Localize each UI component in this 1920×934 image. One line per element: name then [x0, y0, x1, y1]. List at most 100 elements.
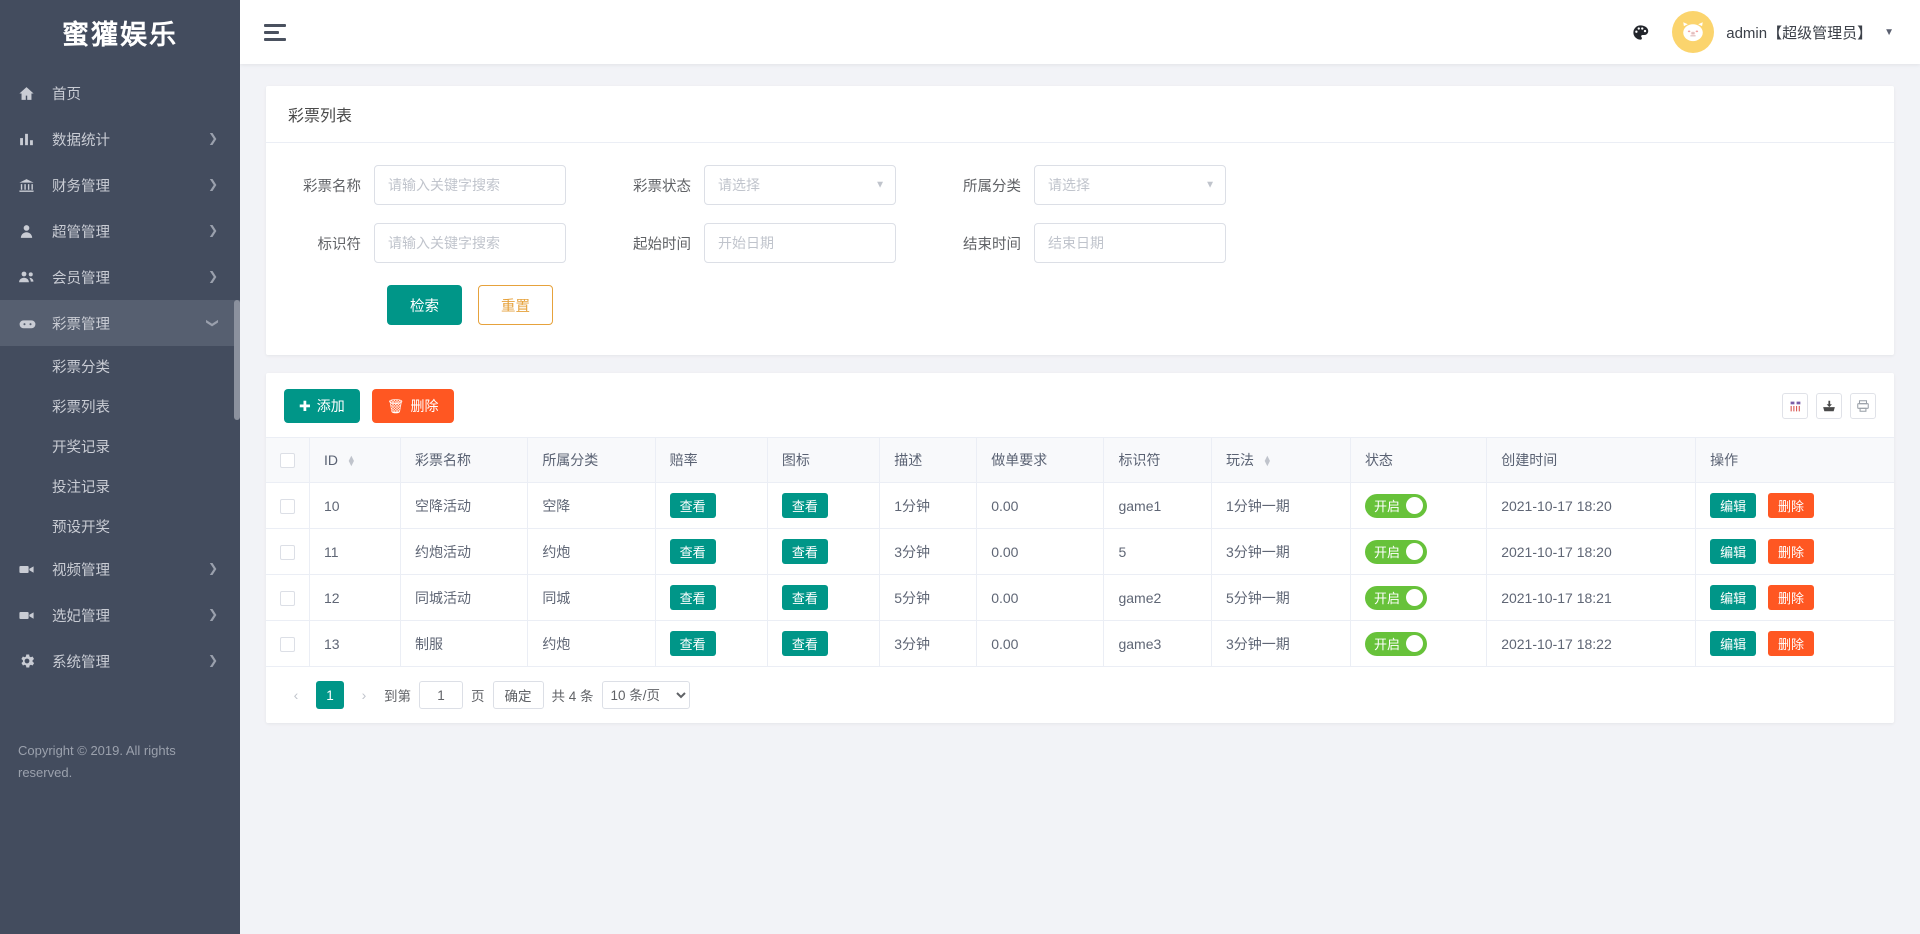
cell-created: 2021-10-17 18:20 — [1486, 528, 1697, 575]
view-icon-button[interactable]: 查看 — [781, 585, 828, 610]
export-icon[interactable] — [1816, 393, 1842, 419]
sidebar-item-home[interactable]: 首页 — [0, 70, 240, 116]
sidebar-item-label: 彩票管理 — [52, 316, 110, 333]
edit-button[interactable]: 编辑 — [1710, 493, 1757, 518]
search-card: 彩票列表 彩票名称 彩票状态 ▼ — [266, 86, 1894, 355]
cell-id: 11 — [309, 528, 402, 575]
category-select[interactable]: ▼ — [1034, 165, 1226, 205]
cell-identifier: game1 — [1103, 482, 1212, 529]
view-odds-button[interactable]: 查看 — [669, 631, 716, 656]
status-toggle[interactable]: 开启 — [1364, 493, 1427, 518]
cell-status: 开启 — [1350, 528, 1488, 575]
label-lottery-name: 彩票名称 — [303, 178, 361, 195]
sidebar-item-members[interactable]: 会员管理 ❯ — [0, 254, 240, 300]
status-toggle[interactable]: 开启 — [1364, 631, 1427, 656]
reset-button[interactable]: 重置 — [478, 285, 553, 325]
view-icon-button[interactable]: 查看 — [781, 493, 828, 518]
users-icon — [18, 268, 42, 286]
menu-icon[interactable] — [264, 23, 286, 41]
add-button[interactable]: ✚ 添加 — [284, 389, 360, 423]
page-content: 彩票列表 彩票名称 彩票状态 ▼ — [240, 64, 1920, 934]
sidebar-item-statistics[interactable]: 数据统计 ❯ — [0, 116, 240, 162]
chevron-right-icon: ❯ — [207, 653, 218, 667]
sidebar-item-concubine[interactable]: 选妃管理 ❯ — [0, 592, 240, 638]
sidebar-item-label: 会员管理 — [52, 270, 110, 287]
th-identifier: 标识符 — [1103, 437, 1212, 483]
status-toggle[interactable]: 开启 — [1364, 585, 1427, 610]
columns-icon[interactable] — [1782, 393, 1808, 419]
user-menu[interactable]: admin【超级管理员】 ▼ — [1672, 11, 1894, 53]
cell-status: 开启 — [1350, 482, 1488, 529]
sidebar-item-video[interactable]: 视频管理 ❯ — [0, 546, 240, 592]
field-lottery-status: 彩票状态 ▼ — [618, 165, 896, 205]
th-play[interactable]: 玩法 ▲ ▼ — [1211, 437, 1351, 483]
view-odds-button[interactable]: 查看 — [669, 585, 716, 610]
row-checkbox[interactable] — [280, 544, 295, 560]
view-icon-button[interactable]: 查看 — [781, 631, 828, 656]
th-category: 所属分类 — [527, 437, 656, 483]
sidebar-subitem-draw-records[interactable]: 开奖记录 — [0, 426, 240, 466]
label-identifier: 标识符 — [317, 236, 362, 253]
th-id[interactable]: ID ▲ ▼ — [309, 437, 402, 483]
edit-button[interactable]: 编辑 — [1710, 585, 1757, 610]
view-odds-button[interactable]: 查看 — [669, 539, 716, 564]
sort-icon[interactable]: ▲ ▼ — [347, 454, 356, 468]
video-icon — [18, 561, 42, 578]
trash-icon: 🗑 — [386, 397, 405, 414]
brand-logo[interactable]: 蜜獾娱乐 — [0, 0, 240, 64]
edit-button[interactable]: 编辑 — [1710, 631, 1757, 656]
sidebar-subitem-preset-draw[interactable]: 预设开奖 — [0, 506, 240, 546]
lottery-status-input[interactable] — [704, 165, 896, 205]
palette-icon[interactable] — [1631, 23, 1650, 42]
sidebar-item-superadmin[interactable]: 超管管理 ❯ — [0, 208, 240, 254]
print-icon[interactable] — [1850, 393, 1876, 419]
th-actions: 操作 — [1695, 437, 1894, 483]
row-checkbox[interactable] — [280, 590, 295, 606]
row-delete-button[interactable]: 删除 — [1768, 493, 1815, 518]
row-delete-button[interactable]: 删除 — [1768, 539, 1815, 564]
search-button[interactable]: 检索 — [387, 285, 462, 325]
start-date-input[interactable] — [704, 223, 896, 263]
lottery-status-select[interactable]: ▼ — [704, 165, 896, 205]
sidebar-item-finance[interactable]: 财务管理 ❯ — [0, 162, 240, 208]
status-toggle[interactable]: 开启 — [1364, 539, 1427, 564]
prev-page-button[interactable]: ‹ — [284, 682, 308, 708]
chevron-right-icon: ❯ — [207, 223, 218, 237]
category-input[interactable] — [1034, 165, 1226, 205]
sidebar-subitem-bet-records[interactable]: 投注记录 — [0, 466, 240, 506]
cell-requirement: 0.00 — [976, 574, 1105, 621]
sidebar-item-system[interactable]: 系统管理 ❯ — [0, 638, 240, 684]
cell-select — [266, 574, 310, 621]
sidebar-scrollbar[interactable] — [234, 300, 240, 420]
sort-icon[interactable]: ▲ ▼ — [1263, 454, 1272, 468]
page-size-select[interactable]: 10 条/页20 条/页50 条/页100 条/页 — [601, 681, 690, 709]
end-date-input[interactable] — [1034, 223, 1226, 263]
edit-button[interactable]: 编辑 — [1710, 539, 1757, 564]
identifier-input[interactable] — [374, 223, 566, 263]
view-icon-button[interactable]: 查看 — [781, 539, 828, 564]
row-delete-button[interactable]: 删除 — [1768, 631, 1815, 656]
search-form-row-2: 标识符 起始时间 结束时间 — [288, 223, 1872, 263]
sidebar-subitem-lottery-list[interactable]: 彩票列表 — [0, 386, 240, 426]
jump-confirm-button[interactable]: 确定 — [492, 681, 544, 709]
status-toggle-label: 开启 — [1373, 637, 1400, 652]
pagination: ‹ 1 › 到第 页 确定 共 4 条 10 条/页20 条/页50 条/页10… — [266, 667, 1894, 723]
cell-category: 同城 — [527, 574, 656, 621]
sidebar-item-lottery[interactable]: 彩票管理 ❯ — [0, 300, 240, 346]
page-number-1[interactable]: 1 — [316, 681, 344, 709]
select-all-checkbox[interactable] — [280, 453, 295, 469]
sidebar-subitem-lottery-category[interactable]: 彩票分类 — [0, 346, 240, 386]
delete-button[interactable]: 🗑 删除 — [371, 389, 454, 423]
jump-page-input[interactable] — [419, 681, 463, 709]
lottery-name-input[interactable] — [374, 165, 566, 205]
next-page-button[interactable]: › — [352, 682, 376, 708]
chevron-right-icon: ❯ — [207, 269, 218, 283]
view-odds-button[interactable]: 查看 — [669, 493, 716, 518]
table-row: 10 空降活动 空降 查看 查看 1分钟 0.00 game1 1分钟一期 开启… — [266, 482, 1894, 529]
row-delete-button[interactable]: 删除 — [1768, 585, 1815, 610]
row-checkbox[interactable] — [280, 498, 295, 514]
row-checkbox[interactable] — [280, 636, 295, 652]
th-icon: 图标 — [767, 437, 881, 483]
total-count-label: 共 4 条 — [551, 689, 594, 704]
table-header-row: ID ▲ ▼ 彩票名称 所属分类 赔率 图标 描述 做单要求 标识符 玩法 ▲ … — [266, 437, 1894, 483]
